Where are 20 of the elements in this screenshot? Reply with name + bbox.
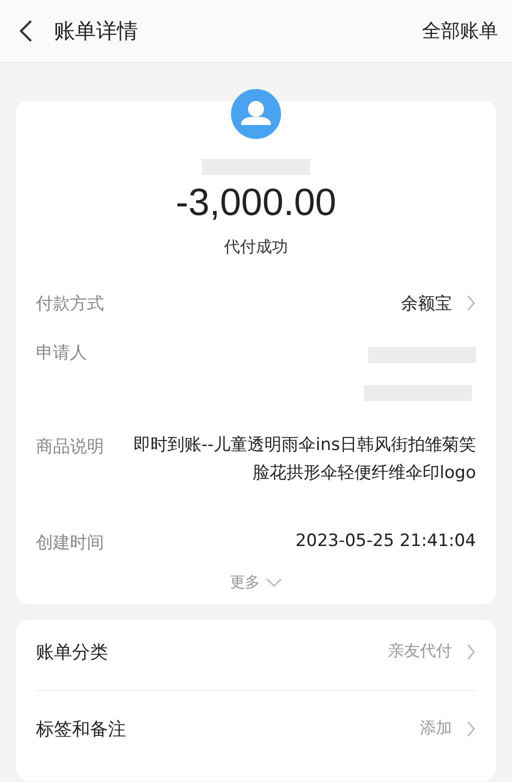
detail-label: 创建时间 — [36, 532, 104, 554]
page-title: 账单详情 — [54, 18, 139, 45]
detail-label: 申请人 — [36, 342, 87, 364]
back-icon[interactable] — [18, 19, 34, 43]
option-label: 账单分类 — [36, 640, 108, 664]
detail-value: 即时到账--儿童透明雨伞ins日韩风街拍雏菊笑脸花拱形伞轻便纤维伞印logo — [132, 434, 476, 485]
option-value[interactable]: 亲友代付 — [388, 641, 452, 662]
status-text: 代付成功 — [224, 236, 288, 258]
chevron-right-icon — [466, 720, 476, 738]
option-label: 标签和备注 — [36, 718, 126, 741]
more-button[interactable]: 更多 — [230, 572, 282, 592]
amount: -3,000.00 — [176, 181, 336, 226]
all-bills-link[interactable]: 全部账单 — [422, 18, 498, 44]
detail-value: 余额宝 — [401, 292, 452, 315]
chevron-right-icon — [466, 294, 476, 312]
option-value[interactable]: 添加 — [420, 718, 452, 740]
detail-value: 2023-05-25 21:41:04 — [295, 530, 476, 553]
detail-label: 商品说明 — [36, 436, 104, 458]
chevron-right-icon — [466, 642, 476, 661]
detail-label: 付款方式 — [36, 292, 104, 315]
